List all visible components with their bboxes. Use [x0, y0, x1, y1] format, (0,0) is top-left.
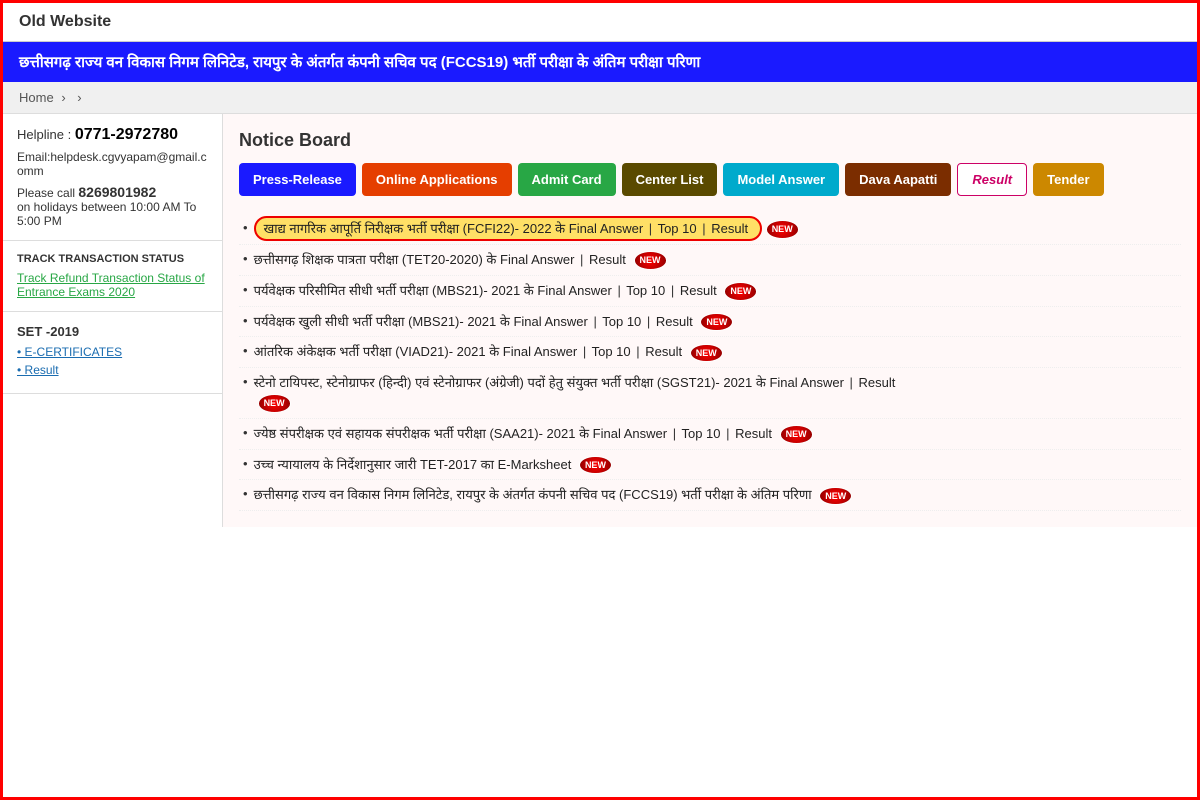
btn-online-applications[interactable]: Online Applications	[362, 163, 512, 196]
new-badge: NEW	[766, 220, 799, 239]
call-info: Please call 8269801982 on holidays betwe…	[17, 184, 208, 228]
set-section: SET -2019 • E-CERTIFICATES • Result	[3, 312, 222, 394]
notice-text-1[interactable]: खाद्य नागरिक आपूर्ति निरीक्षक भर्ती परीक…	[254, 219, 1181, 239]
notice-board-title: Notice Board	[239, 130, 1181, 151]
btn-center-list[interactable]: Center List	[622, 163, 718, 196]
bullet-icon: •	[243, 456, 248, 471]
sidebar-link-ecertificates[interactable]: • E-CERTIFICATES	[17, 345, 208, 359]
top-bar: Old Website	[3, 3, 1197, 42]
helpline-email: Email:helpdesk.cgvyapam@gmail.comm	[17, 150, 208, 178]
notice-item-8: • उच्च न्यायालय के निर्देशानुसार जारी TE…	[239, 450, 1181, 481]
banner-text: छत्तीसगढ़ राज्य वन विकास निगम लिनिटेड, र…	[19, 52, 700, 72]
notice-text-9[interactable]: छत्तीसगढ़ राज्य वन विकास निगम लिनिटेड, र…	[254, 485, 1181, 505]
marquee-banner: छत्तीसगढ़ राज्य वन विकास निगम लिनिटेड, र…	[3, 42, 1197, 82]
btn-model-answer[interactable]: Model Answer	[723, 163, 839, 196]
new-badge: NEW	[819, 487, 852, 506]
notice-text-8[interactable]: उच्च न्यायालय के निर्देशानुसार जारी TET-…	[254, 455, 1181, 475]
helpline-label: Helpline : 0771-2972780	[17, 126, 208, 144]
notice-list: • खाद्य नागरिक आपूर्ति निरीक्षक भर्ती पर…	[239, 214, 1181, 511]
sidebar: Helpline : 0771-2972780 Email:helpdesk.c…	[3, 114, 223, 527]
bullet-icon: •	[243, 343, 248, 358]
notice-buttons-row: Press-Release Online Applications Admit …	[239, 163, 1181, 196]
old-website-label: Old Website	[19, 13, 111, 30]
helpline-number: 0771-2972780	[75, 126, 178, 143]
notice-item-1: • खाद्य नागरिक आपूर्ति निरीक्षक भर्ती पर…	[239, 214, 1181, 245]
btn-press-release[interactable]: Press-Release	[239, 163, 356, 196]
notice-item-6: • स्टेनो टायिपस्ट, स्टेनोग्राफर (हिन्दी)…	[239, 368, 1181, 418]
bullet-icon: •	[243, 282, 248, 297]
new-badge: NEW	[780, 425, 813, 444]
notice-item-9: • छत्तीसगढ़ राज्य वन विकास निगम लिनिटेड,…	[239, 480, 1181, 511]
breadcrumb-home[interactable]: Home	[19, 90, 54, 105]
notice-board: Notice Board Press-Release Online Applic…	[223, 114, 1197, 527]
breadcrumb: Home › ›	[3, 82, 1197, 114]
sidebar-link-result[interactable]: • Result	[17, 363, 208, 377]
bullet-icon: •	[243, 220, 248, 235]
track-link[interactable]: Track Refund Transaction Status of Entra…	[17, 271, 208, 299]
bullet-icon: •	[243, 425, 248, 440]
notice-item-5: • आंतरिक अंकेक्षक भर्ती परीक्षा (VIAD21)…	[239, 337, 1181, 368]
new-badge: NEW	[579, 456, 612, 475]
new-badge: NEW	[690, 344, 723, 363]
notice-item-7: • ज्येष्ठ संपरीक्षक एवं सहायक संपरीक्षक …	[239, 419, 1181, 450]
bullet-icon: •	[243, 251, 248, 266]
main-layout: Helpline : 0771-2972780 Email:helpdesk.c…	[3, 114, 1197, 527]
notice-text-2[interactable]: छत्तीसगढ़ शिक्षक पात्रता परीक्षा (TET20-…	[254, 250, 1181, 270]
btn-admit-card[interactable]: Admit Card	[518, 163, 616, 196]
bullet-icon: •	[243, 486, 248, 501]
set-label: SET -2019	[17, 324, 208, 339]
notice-text-4[interactable]: पर्यवेक्षक खुली सीधी भर्ती परीक्षा (MBS2…	[254, 312, 1181, 332]
highlighted-notice: खाद्य नागरिक आपूर्ति निरीक्षक भर्ती परीक…	[254, 216, 762, 241]
track-section: TRACK TRANSACTION STATUS Track Refund Tr…	[3, 241, 222, 312]
notice-item-2: • छत्तीसगढ़ शिक्षक पात्रता परीक्षा (TET2…	[239, 245, 1181, 276]
notice-item-4: • पर्यवेक्षक खुली सीधी भर्ती परीक्षा (MB…	[239, 307, 1181, 338]
notice-text-5[interactable]: आंतरिक अंकेक्षक भर्ती परीक्षा (VIAD21)- …	[254, 342, 1181, 362]
breadcrumb-sep2: ›	[77, 90, 81, 105]
breadcrumb-sep1: ›	[61, 90, 65, 105]
notice-text-6[interactable]: स्टेनो टायिपस्ट, स्टेनोग्राफर (हिन्दी) ए…	[254, 373, 1181, 412]
btn-result[interactable]: Result	[957, 163, 1027, 196]
notice-text-3[interactable]: पर्यवेक्षक परिसीमित सीधी भर्ती परीक्षा (…	[254, 281, 1181, 301]
helpline-section: Helpline : 0771-2972780 Email:helpdesk.c…	[3, 114, 222, 241]
btn-tender[interactable]: Tender	[1033, 163, 1103, 196]
notice-text-7[interactable]: ज्येष्ठ संपरीक्षक एवं सहायक संपरीक्षक भर…	[254, 424, 1181, 444]
call-number: 8269801982	[78, 184, 156, 200]
btn-dava-aapatti[interactable]: Dava Aapatti	[845, 163, 951, 196]
new-badge: NEW	[700, 313, 733, 332]
new-badge: NEW	[258, 394, 291, 413]
bullet-icon: •	[243, 374, 248, 389]
new-badge: NEW	[634, 251, 667, 270]
notice-item-3: • पर्यवेक्षक परिसीमित सीधी भर्ती परीक्षा…	[239, 276, 1181, 307]
new-badge: NEW	[724, 282, 757, 301]
track-label: TRACK TRANSACTION STATUS	[17, 253, 208, 265]
bullet-icon: •	[243, 313, 248, 328]
